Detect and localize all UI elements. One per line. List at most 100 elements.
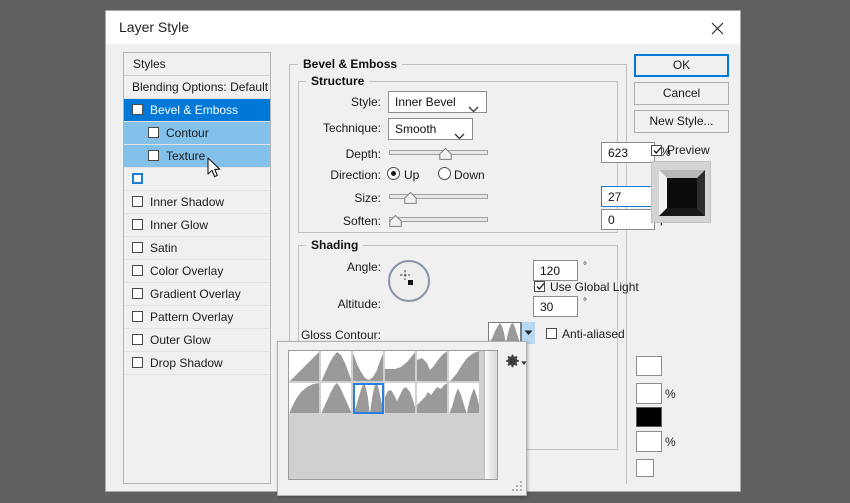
contour-list-scrollbar[interactable] xyxy=(484,351,497,479)
shading-title: Shading xyxy=(306,238,364,252)
size-input[interactable]: 27 xyxy=(601,186,655,207)
soften-slider-thumb[interactable] xyxy=(389,214,402,227)
sidebar-item-checkbox[interactable] xyxy=(132,219,143,230)
contour-preset-cove-deep[interactable] xyxy=(417,351,448,382)
sidebar-item-checkbox[interactable] xyxy=(132,265,143,276)
contour-preset-half-round[interactable] xyxy=(449,351,480,382)
bevel-emboss-title: Bevel & Emboss xyxy=(298,57,403,71)
altitude-input[interactable]: 30 xyxy=(533,296,578,317)
direction-down-label: Down xyxy=(454,168,485,182)
sidebar-item-color-overlay[interactable]: Color Overlay xyxy=(124,260,270,283)
angle-dial[interactable] xyxy=(388,260,430,302)
contour-preset-cone[interactable] xyxy=(321,351,352,382)
depth-input[interactable]: 623 xyxy=(601,142,655,163)
sidebar-item-satin[interactable]: Satin xyxy=(124,237,270,260)
sidebar-item-blank[interactable] xyxy=(124,168,270,191)
technique-label: Technique: xyxy=(322,121,381,135)
anti-aliased-label: Anti-aliased xyxy=(562,327,625,341)
altitude-label: Altitude: xyxy=(337,297,381,311)
styles-list-header: Styles xyxy=(124,53,270,76)
contour-preset-rolling-slope[interactable] xyxy=(417,383,448,414)
bevel-preview-icon xyxy=(659,170,705,216)
contour-preset-grid[interactable] xyxy=(288,350,498,480)
sidebar-item-pattern-overlay[interactable]: Pattern Overlay xyxy=(124,306,270,329)
contour-thumbnail-linear xyxy=(290,352,319,381)
checkmark-icon xyxy=(653,146,662,154)
sidebar-item-checkbox[interactable] xyxy=(132,288,143,299)
sidebar-item-texture[interactable]: Texture xyxy=(124,145,270,168)
soften-input[interactable]: 0 xyxy=(601,209,655,230)
angle-dial-center xyxy=(408,280,413,285)
contour-thumbnail-ring-double xyxy=(321,383,351,413)
sidebar-item-bevel-emboss[interactable]: Bevel & Emboss xyxy=(124,99,270,122)
contour-thumbnail-cone xyxy=(321,352,351,381)
sidebar-item-blending-options-default[interactable]: Blending Options: Default xyxy=(124,76,270,99)
sidebar-item-checkbox[interactable] xyxy=(132,334,143,345)
highlight-opacity-input[interactable] xyxy=(636,383,662,404)
depth-slider[interactable] xyxy=(389,145,488,161)
sidebar-item-checkbox[interactable] xyxy=(132,196,143,207)
size-slider-thumb[interactable] xyxy=(404,191,417,204)
ok-button[interactable]: OK xyxy=(634,54,729,77)
direction-label: Direction: xyxy=(330,168,381,182)
angle-input[interactable]: 120 xyxy=(533,260,578,281)
sidebar-item-label: Blending Options: Default xyxy=(132,80,269,94)
sidebar-item-checkbox[interactable] xyxy=(132,104,143,115)
shadow-opacity-input[interactable] xyxy=(636,431,662,452)
style-combo-value: Inner Bevel xyxy=(395,95,456,109)
depth-slider-thumb[interactable] xyxy=(439,147,452,160)
resize-grip-icon[interactable] xyxy=(512,481,523,492)
sidebar-item-checkbox[interactable] xyxy=(148,127,159,138)
radio-dot xyxy=(391,171,396,176)
soften-slider[interactable] xyxy=(389,212,488,228)
shading-extra-field[interactable] xyxy=(636,459,654,477)
technique-combo[interactable]: Smooth xyxy=(388,118,473,140)
contour-preset-gaussian[interactable] xyxy=(353,383,384,414)
shadow-mode-swatch[interactable] xyxy=(636,407,662,427)
highlight-mode-swatch[interactable] xyxy=(636,356,662,376)
contour-thumbnail-rolling-slope xyxy=(417,383,447,413)
sidebar-item-label: Inner Glow xyxy=(150,218,209,232)
sidebar-item-checkbox[interactable] xyxy=(148,150,159,161)
sidebar-item-inner-glow[interactable]: Inner Glow xyxy=(124,214,270,237)
contour-preset-ring-triple[interactable] xyxy=(385,383,416,414)
sidebar-item-drop-shadow[interactable]: Drop Shadow xyxy=(124,352,270,375)
grip-dot xyxy=(516,489,518,491)
size-slider[interactable] xyxy=(389,189,488,205)
sidebar-item-label: Satin xyxy=(150,241,178,255)
sidebar-item-checkbox[interactable] xyxy=(132,311,143,322)
preview-checkbox[interactable] xyxy=(651,145,662,156)
direction-up-radio[interactable] xyxy=(387,167,400,180)
depth-label: Depth: xyxy=(345,147,381,161)
sidebar-item-outer-glow[interactable]: Outer Glow xyxy=(124,329,270,352)
contour-thumbnail-cone-inverted xyxy=(353,353,383,381)
direction-down-radio[interactable] xyxy=(438,167,451,180)
gloss-contour-label: Gloss Contour: xyxy=(300,328,381,342)
close-icon[interactable] xyxy=(695,11,740,43)
sidebar-item-checkbox[interactable] xyxy=(132,173,143,184)
contour-preset-cove-shallow[interactable] xyxy=(385,351,416,382)
angle-dial-handle xyxy=(400,270,410,280)
contour-preset-ring-double[interactable] xyxy=(321,383,352,414)
sidebar-item-label: Pattern Overlay xyxy=(150,310,234,324)
cancel-button[interactable]: Cancel xyxy=(634,82,729,105)
contour-preset-linear[interactable] xyxy=(289,351,320,382)
sidebar-item-checkbox[interactable] xyxy=(132,242,143,253)
new-style-button[interactable]: New Style... xyxy=(634,110,729,133)
styles-list[interactable]: Styles Blending Options: Default Bevel & … xyxy=(123,52,271,484)
contour-preset-rounded-steps[interactable] xyxy=(449,383,480,414)
sidebar-item-contour[interactable]: Contour xyxy=(124,122,270,145)
sidebar-item-gradient-overlay[interactable]: Gradient Overlay xyxy=(124,283,270,306)
sidebar-item-inner-shadow[interactable]: Inner Shadow xyxy=(124,191,270,214)
contour-preset-ring[interactable] xyxy=(289,383,320,414)
contour-preset-cone-inverted[interactable] xyxy=(353,351,384,382)
use-global-light-checkbox[interactable] xyxy=(534,281,545,292)
checkmark-icon xyxy=(536,282,545,290)
style-combo[interactable]: Inner Bevel xyxy=(388,91,487,113)
structure-title: Structure xyxy=(306,74,370,88)
anti-aliased-checkbox[interactable] xyxy=(546,328,557,339)
gear-settings-icon[interactable] xyxy=(505,354,527,370)
angle-unit: ° xyxy=(583,261,587,272)
sidebar-item-checkbox[interactable] xyxy=(132,357,143,368)
dialog-title: Layer Style xyxy=(119,19,190,35)
